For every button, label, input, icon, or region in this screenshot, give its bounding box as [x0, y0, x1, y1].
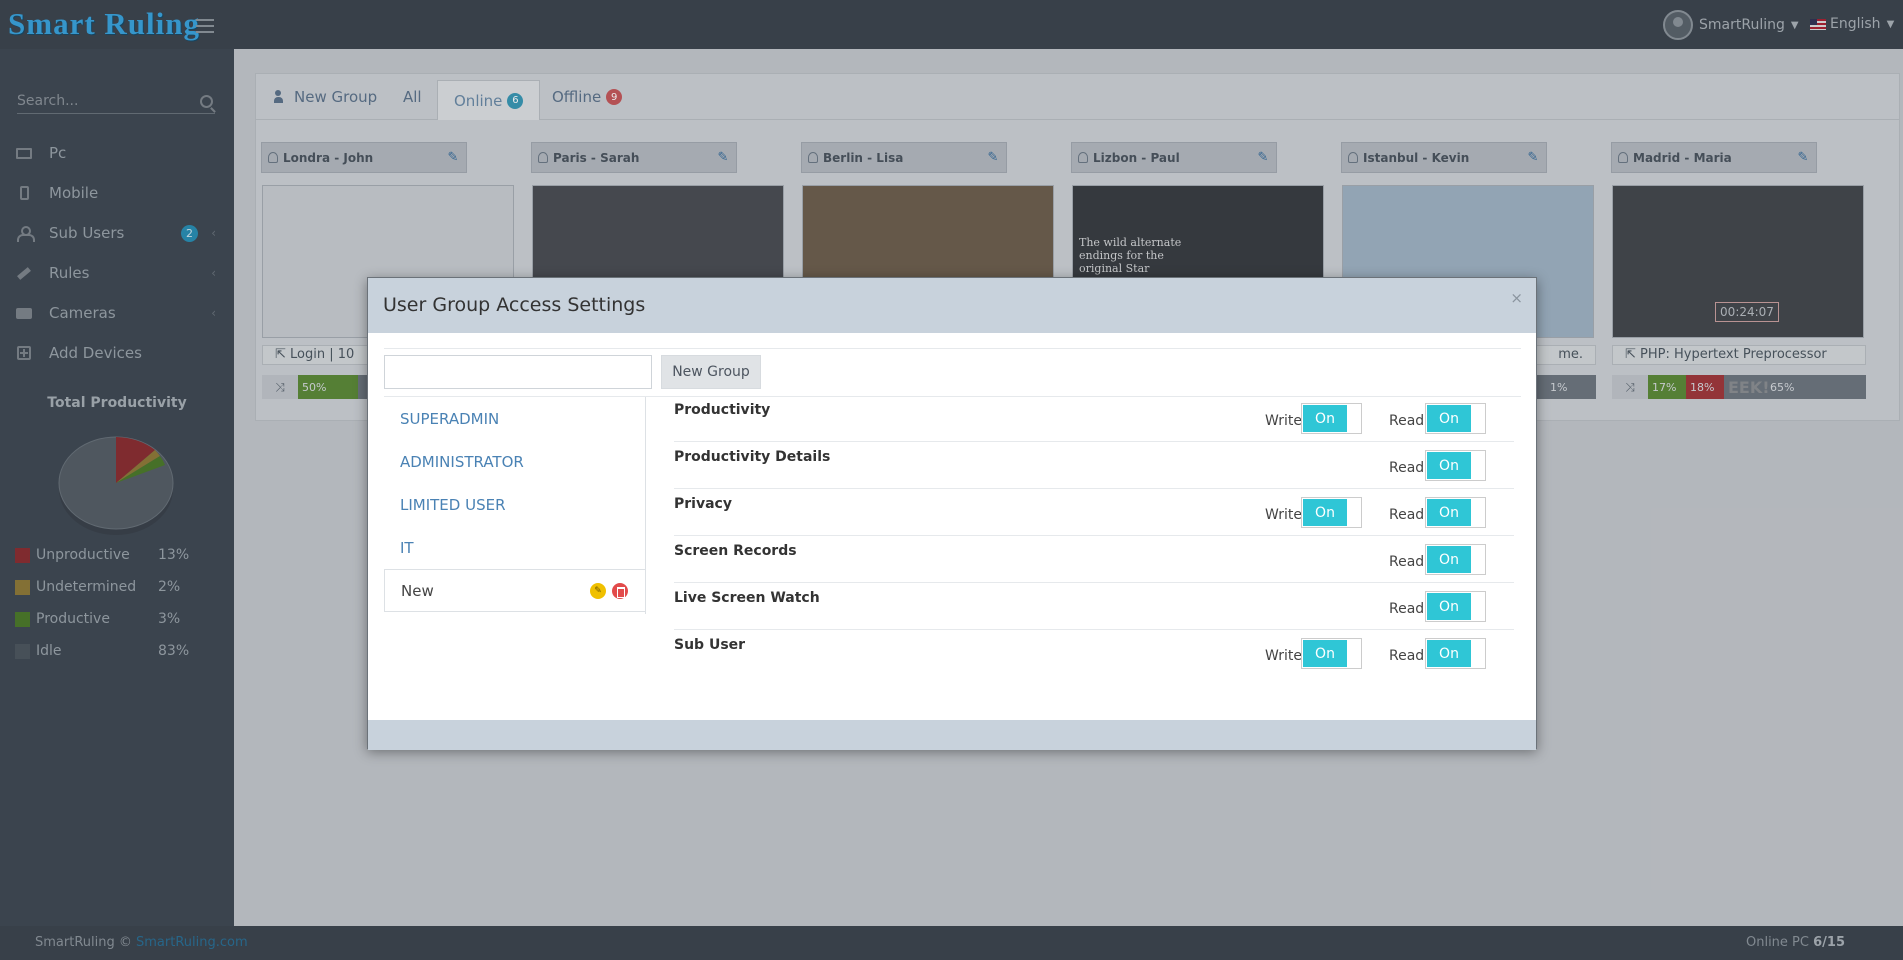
write-toggle[interactable]: On	[1301, 497, 1362, 528]
group-item-new[interactable]: New ✎	[384, 569, 646, 612]
permission-row-privacy: Privacy Write On Read On	[674, 489, 1514, 536]
permission-name: Productivity	[674, 402, 771, 418]
group-item-limited-user[interactable]: LIMITED USER	[384, 483, 646, 526]
close-icon[interactable]: ×	[1510, 289, 1523, 307]
permission-row-productivity: Productivity Write On Read On	[674, 395, 1514, 442]
read-toggle[interactable]: On	[1425, 403, 1486, 434]
permission-row-sub-user: Sub User Write On Read On	[674, 630, 1514, 677]
permission-name: Privacy	[674, 496, 732, 512]
read-label: Read	[1389, 460, 1425, 476]
modal-header: User Group Access Settings ×	[368, 278, 1536, 333]
read-toggle[interactable]: On	[1425, 638, 1486, 669]
modal-footer	[368, 720, 1536, 750]
group-list: SUPERADMIN ADMINISTRATOR LIMITED USER IT…	[384, 397, 646, 614]
divider	[384, 348, 1521, 349]
write-label: Write	[1265, 413, 1302, 429]
read-label: Read	[1389, 648, 1425, 664]
permission-name: Screen Records	[674, 543, 797, 559]
permission-name: Productivity Details	[674, 449, 831, 465]
toggle-state: On	[1303, 405, 1347, 432]
group-item-it[interactable]: IT	[384, 526, 646, 569]
write-toggle[interactable]: On	[1301, 638, 1362, 669]
group-item-superadmin[interactable]: SUPERADMIN	[384, 397, 646, 440]
trash-icon[interactable]	[612, 583, 628, 599]
permission-row-live-screen-watch: Live Screen Watch Read On	[674, 583, 1514, 630]
group-name-input[interactable]	[384, 355, 652, 389]
edit-icon[interactable]: ✎	[590, 583, 606, 599]
read-label: Read	[1389, 601, 1425, 617]
write-label: Write	[1265, 507, 1302, 523]
group-item-label: New	[401, 581, 434, 600]
modal-body: New Group SUPERADMIN ADMINISTRATOR LIMIT…	[368, 333, 1536, 695]
read-label: Read	[1389, 554, 1425, 570]
permission-name: Live Screen Watch	[674, 590, 820, 606]
permission-row-productivity-details: Productivity Details Read On	[674, 442, 1514, 489]
toggle-state: On	[1303, 640, 1347, 667]
new-group-button[interactable]: New Group	[661, 355, 761, 389]
toggle-state: On	[1427, 546, 1471, 573]
toggle-state: On	[1303, 499, 1347, 526]
permission-row-screen-records: Screen Records Read On	[674, 536, 1514, 583]
read-toggle[interactable]: On	[1425, 497, 1486, 528]
read-label: Read	[1389, 507, 1425, 523]
read-toggle[interactable]: On	[1425, 591, 1486, 622]
read-toggle[interactable]: On	[1425, 544, 1486, 575]
toggle-state: On	[1427, 452, 1471, 479]
toggle-state: On	[1427, 499, 1471, 526]
write-label: Write	[1265, 648, 1302, 664]
toggle-state: On	[1427, 593, 1471, 620]
modal-title: User Group Access Settings	[383, 294, 646, 316]
toggle-state: On	[1427, 405, 1471, 432]
group-item-administrator[interactable]: ADMINISTRATOR	[384, 440, 646, 483]
user-group-access-modal: User Group Access Settings × New Group S…	[367, 277, 1537, 750]
toggle-state: On	[1427, 640, 1471, 667]
write-toggle[interactable]: On	[1301, 403, 1362, 434]
permission-name: Sub User	[674, 637, 746, 653]
read-toggle[interactable]: On	[1425, 450, 1486, 481]
read-label: Read	[1389, 413, 1425, 429]
